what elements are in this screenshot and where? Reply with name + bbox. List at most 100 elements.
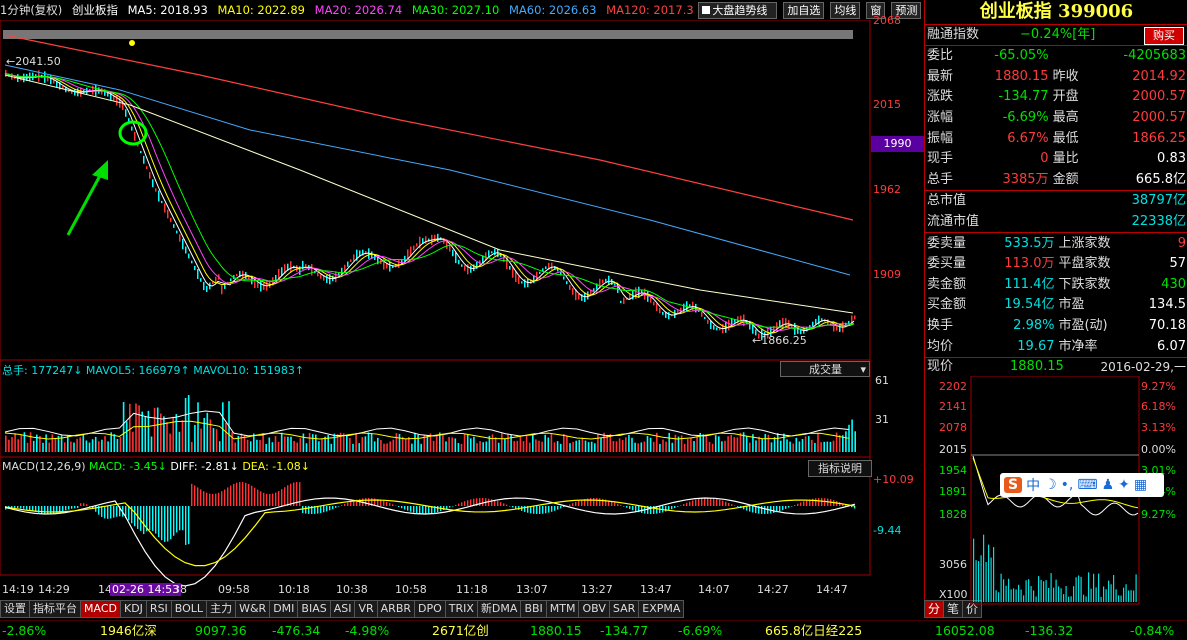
price-panel-frame (0, 20, 871, 361)
volume-bar (535, 439, 537, 452)
quote-label: 开盘 (1052, 89, 1079, 105)
macd-bar (722, 500, 724, 506)
add-favorite-button[interactable]: 加自选 (783, 2, 825, 19)
chinese-mode-icon[interactable]: 中 (1026, 475, 1040, 495)
market-cap-table: 总市值 38797亿 流通市值 22338亿 (925, 191, 1187, 232)
period-label[interactable]: 1分钟(复权) (0, 3, 62, 17)
volume-bar (792, 443, 794, 452)
macd-bar (197, 487, 199, 506)
buy-button[interactable]: 购买 (1144, 27, 1184, 45)
volume-bar (733, 437, 736, 452)
indicator-tab[interactable]: SAR (608, 600, 640, 618)
indicator-tab[interactable]: MTM (545, 600, 580, 618)
volume-bar (435, 435, 438, 452)
mini-vol-bar (1015, 589, 1017, 602)
indicator-tab[interactable]: ASI (329, 600, 356, 618)
volume-bar (181, 420, 184, 452)
cap-row: 总市值 38797亿 (925, 191, 1187, 212)
sogou-s-icon[interactable]: S (1004, 477, 1023, 493)
mini-vol-bar (1053, 587, 1055, 602)
grid-icon[interactable]: ▦ (1134, 477, 1147, 493)
macd-bar (803, 501, 805, 506)
person-icon[interactable]: ♟ (1102, 477, 1115, 493)
macd-bar (269, 493, 271, 506)
ma-button[interactable]: 均线 (830, 2, 861, 19)
volume-bar (70, 441, 72, 452)
mini-vol-bar (1075, 577, 1077, 602)
mini-vol-bar (995, 590, 997, 602)
trend-line-toggle[interactable]: 大盘趋势线 (698, 2, 778, 19)
volume-bar (88, 442, 91, 452)
stat-value: 57 (1169, 256, 1186, 272)
volume-bar (721, 441, 723, 452)
indicator-tab[interactable]: 指标平台 (29, 600, 81, 618)
macd-bar (95, 506, 97, 512)
volume-bar (569, 443, 571, 452)
mini-vol-bar (1030, 585, 1032, 602)
volume-bar (321, 438, 323, 452)
punct-icon[interactable]: •, (1061, 477, 1074, 493)
time-tick: 14:19 (2, 583, 34, 596)
indicator-tab[interactable]: KDJ (119, 600, 147, 618)
volume-bar (42, 442, 44, 452)
macd-value: MACD: -3.45↓ (89, 460, 167, 473)
macd-bar (821, 498, 823, 506)
macd-bar (176, 506, 178, 533)
volume-bar (113, 434, 116, 452)
time-scrollbar[interactable] (3, 30, 853, 39)
moon-icon[interactable]: ☽ (1044, 477, 1057, 493)
volume-bar (234, 442, 236, 452)
macd-bar (428, 506, 430, 514)
stat-label: 委买量 (927, 256, 967, 272)
indicator-tab[interactable]: 新DMA (476, 600, 522, 618)
indicator-tab[interactable]: 主力 (206, 600, 237, 618)
mini-vol-bar (988, 544, 990, 602)
macd-bar (395, 505, 397, 507)
kline-chart[interactable] (0, 20, 924, 600)
indicator-tab[interactable]: 设置 (0, 600, 30, 618)
volume-bar (305, 443, 308, 452)
volume-bar (705, 436, 708, 452)
macd-bar (503, 503, 505, 506)
indicator-tab[interactable]: DMI (269, 600, 299, 618)
mini-vol-bar (1108, 580, 1110, 602)
macd-bar (602, 498, 604, 506)
dropdown-arrow-icon: ▾ (860, 363, 866, 376)
status-sz-index: 9097.36 (195, 623, 247, 638)
indicator-tab[interactable]: ARBR (376, 600, 416, 618)
volume-bar (829, 441, 832, 452)
ime-toolbar[interactable]: S 中 ☽ •, ⌨ ♟ ✦ ▦ (1000, 473, 1164, 497)
indicator-tab[interactable]: VR (354, 600, 378, 618)
indicator-tab[interactable]: DPO (414, 600, 446, 618)
volume-bar (104, 436, 106, 452)
volume-bars (4, 395, 856, 452)
macd-bar (71, 506, 73, 509)
mini-vol-bar (1093, 573, 1095, 602)
mini-vol-bar (1038, 576, 1040, 602)
volume-indicator-select[interactable]: 成交量 ▾ (780, 361, 870, 377)
indicator-tab[interactable]: MACD (80, 600, 121, 618)
indicator-tab[interactable]: EXPMA (638, 600, 685, 618)
price-tick (347, 261, 349, 267)
keyboard-icon[interactable]: ⌨ (1077, 477, 1097, 493)
volume-bar (271, 442, 274, 452)
indicator-explain-button[interactable]: 指标说明 (808, 460, 872, 477)
indicator-tab[interactable]: BIAS (297, 600, 331, 618)
indicator-tab[interactable]: TRIX (444, 600, 478, 618)
indicator-tab[interactable]: BOLL (170, 600, 208, 618)
mini-vol-bar (980, 555, 982, 602)
stat-label: 上涨家数 (1058, 235, 1111, 251)
macd-bar (671, 506, 673, 510)
indicator-tab[interactable]: OBV (578, 600, 610, 618)
shirt-icon[interactable]: ✦ (1118, 477, 1130, 493)
volume-bar (85, 440, 88, 452)
time-tick: 13:07 (516, 583, 548, 596)
macd-bar (83, 503, 85, 506)
indicator-tab[interactable]: BBI (520, 600, 547, 618)
price-tick (518, 276, 520, 284)
indicator-tab[interactable]: RSI (145, 600, 172, 618)
chart-panel[interactable]: 1分钟(复权) 创业板指 MA5: 2018.93 MA10: 2022.89 … (0, 0, 924, 600)
indicator-tab[interactable]: W&R (235, 600, 271, 618)
volume-bar (628, 434, 630, 452)
volume-bar (513, 441, 515, 452)
